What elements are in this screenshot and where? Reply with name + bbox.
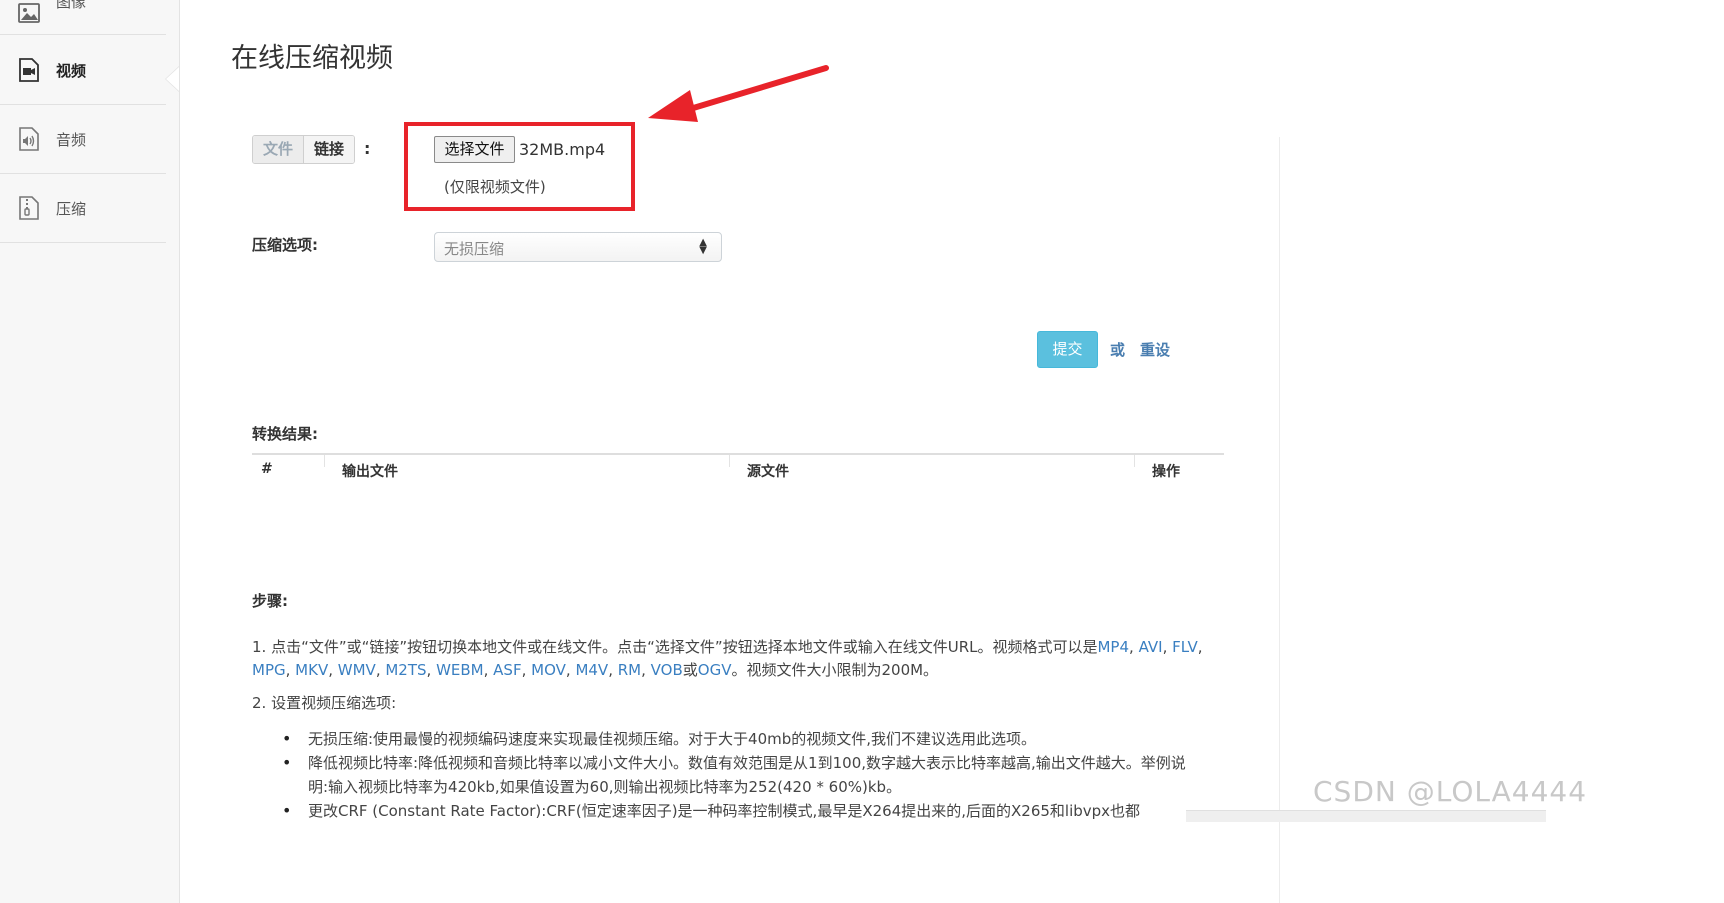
image-icon [18,3,40,23]
step-1-suffix: 。视频文件大小限制为200M。 [731,661,939,679]
zip-file-icon [19,196,39,220]
format-link-ogv[interactable]: OGV [698,661,732,679]
format-link-mp4[interactable]: MP4 [1097,638,1129,656]
page-title: 在线压缩视频 [231,43,393,74]
toggle-colon: : [364,139,371,158]
step-1-text: 1. 点击“文件”或“链接”按钮切换本地文件或在线文件。点击“选择文件”按钮选择… [252,636,1222,682]
sidebar-item-label: 图像 [56,0,87,11]
format-link-mov[interactable]: MOV [531,661,566,679]
or-text: 或 [1110,341,1126,359]
table-header-separator [324,455,325,467]
compression-option-label: 压缩选项: [252,236,318,254]
format-link-mpg[interactable]: MPG [252,661,286,679]
horizontal-scrollbar[interactable] [1186,810,1546,822]
list-item: 降低视频比特率:降低视频和音频比特率以减小文件大小。数值有效范围是从1到100,… [252,751,1202,799]
table-header-index: # [261,461,273,477]
format-link-asf[interactable]: ASF [493,661,521,679]
table-header-separator [1134,455,1135,467]
watermark: CSDN @LOLA4444 [1313,775,1588,808]
toggle-file-button[interactable]: 文件 [253,136,305,163]
format-link-rm[interactable]: RM [618,661,641,679]
format-link-m2ts[interactable]: M2TS [385,661,426,679]
highlight-box [404,122,635,211]
sidebar-item-compress[interactable]: 压缩 [0,174,166,243]
table-header-output: 输出文件 [342,464,398,480]
format-link-webm[interactable]: WEBM [436,661,484,679]
format-link-flv[interactable]: FLV [1172,638,1198,656]
table-header-source: 源文件 [747,464,789,480]
table-header-actions: 操作 [1152,464,1180,480]
table-header-separator [729,455,730,467]
submit-button[interactable]: 提交 [1037,331,1098,368]
source-toggle: 文件 链接 [252,135,356,164]
sidebar-item-label: 压缩 [56,199,87,218]
reset-link[interactable]: 重设 [1140,339,1170,360]
format-link-mkv[interactable]: MKV [295,661,328,679]
sidebar-item-label: 视频 [56,61,87,80]
audio-file-icon [19,127,39,151]
compression-options-list: 无损压缩:使用最慢的视频编码速度来实现最佳视频压缩。对于大于40mb的视频文件,… [252,727,1202,823]
step-2-text: 2. 设置视频压缩选项: [252,694,397,712]
sidebar-item-audio[interactable]: 音频 [0,105,166,174]
format-link-avi[interactable]: AVI [1139,638,1163,656]
format-link-m4v[interactable]: M4V [575,661,608,679]
video-icon [19,58,39,82]
sidebar: 图像 视频 音频 压缩 [0,0,180,903]
format-link-vob[interactable]: VOB [651,661,683,679]
result-label: 转换结果: [252,425,318,443]
sidebar-item-video[interactable]: 视频 [0,36,166,105]
compression-select-value: 无损压缩 [444,240,505,258]
steps-label: 步骤: [252,592,288,610]
sidebar-item-label: 音频 [56,130,87,149]
compression-select[interactable]: 无损压缩 ▲ ▼ [434,232,722,262]
red-arrow-annotation [648,65,829,122]
table-top-border [252,453,1224,455]
content-divider [1279,137,1280,903]
select-updown-icon: ▲ ▼ [699,237,707,256]
format-link-wmv[interactable]: WMV [338,661,376,679]
active-caret [166,67,179,91]
sidebar-item-image[interactable]: 图像 [0,0,166,35]
toggle-link-button[interactable]: 链接 [304,136,355,163]
step-1-prefix: 1. 点击“文件”或“链接”按钮切换本地文件或在线文件。点击“选择文件”按钮选择… [252,638,1098,656]
list-item: 更改CRF (Constant Rate Factor):CRF(恒定速率因子)… [252,799,1202,823]
list-item: 无损压缩:使用最慢的视频编码速度来实现最佳视频压缩。对于大于40mb的视频文件,… [252,727,1202,751]
